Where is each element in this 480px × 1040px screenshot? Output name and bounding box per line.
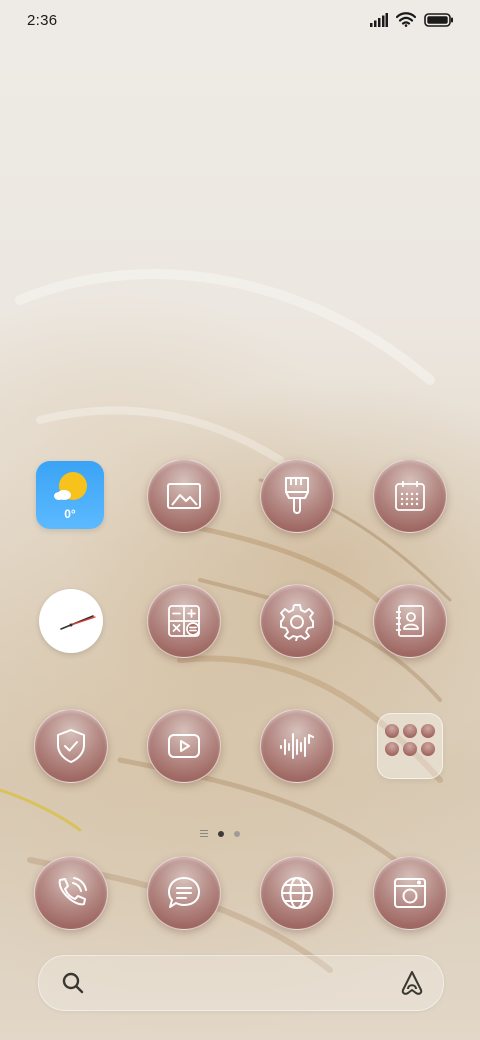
weather-tile: 0°	[36, 461, 104, 529]
image-icon	[167, 483, 201, 509]
gear-icon	[280, 604, 314, 641]
folder-mini-icon	[421, 742, 435, 756]
music-app[interactable]	[260, 709, 334, 783]
settings-app[interactable]	[260, 584, 334, 658]
app-folder[interactable]	[373, 709, 447, 783]
folder-mini-icon	[403, 724, 417, 738]
cellular-signal-icon	[370, 12, 388, 27]
play-icon	[168, 734, 200, 758]
browser-app[interactable]	[260, 856, 334, 930]
phone-app[interactable]	[34, 856, 108, 930]
page-dot	[234, 830, 240, 837]
contacts-app[interactable]	[373, 584, 447, 658]
clock-app[interactable]	[34, 584, 108, 658]
sun-cloud-icon	[54, 472, 87, 500]
wifi-icon	[396, 12, 416, 27]
page-indicator[interactable]	[200, 830, 240, 837]
calendar-app[interactable]	[373, 459, 447, 533]
status-icons	[370, 12, 454, 27]
weather-temperature: 0°	[64, 507, 76, 521]
themes-app[interactable]	[260, 459, 334, 533]
page-dot-active	[218, 830, 224, 837]
shield-check-icon	[57, 729, 85, 763]
calculator-app[interactable]	[147, 584, 221, 658]
globe-icon	[281, 877, 313, 909]
search-bar[interactable]	[38, 955, 444, 1011]
paintbrush-icon	[285, 477, 309, 514]
assistant-icon[interactable]	[397, 968, 427, 998]
calculator-icon	[168, 605, 200, 637]
folder-mini-icon	[385, 742, 399, 756]
camera-icon	[394, 878, 426, 908]
battery-icon	[424, 12, 453, 27]
calendar-icon	[395, 481, 425, 511]
status-time: 2:36	[27, 12, 58, 29]
weather-widget[interactable]: 0°	[34, 459, 108, 533]
camera-app[interactable]	[373, 856, 447, 930]
sound-wave-icon	[280, 733, 314, 759]
clock-icon	[60, 615, 96, 630]
security-app[interactable]	[34, 709, 108, 783]
chat-bubble-icon	[168, 877, 200, 908]
messages-app[interactable]	[147, 856, 221, 930]
folder-mini-icon	[403, 742, 417, 756]
contact-book-icon	[396, 605, 424, 637]
folder-icon	[377, 713, 443, 779]
video-app[interactable]	[147, 709, 221, 783]
search-icon[interactable]	[61, 971, 85, 995]
folder-mini-icon	[385, 724, 399, 738]
minus-one-screen-icon	[200, 830, 208, 837]
gallery-app[interactable]	[147, 459, 221, 533]
folder-mini-icon	[421, 724, 435, 738]
status-bar: 2:36	[0, 0, 480, 44]
phone-icon	[58, 877, 87, 906]
